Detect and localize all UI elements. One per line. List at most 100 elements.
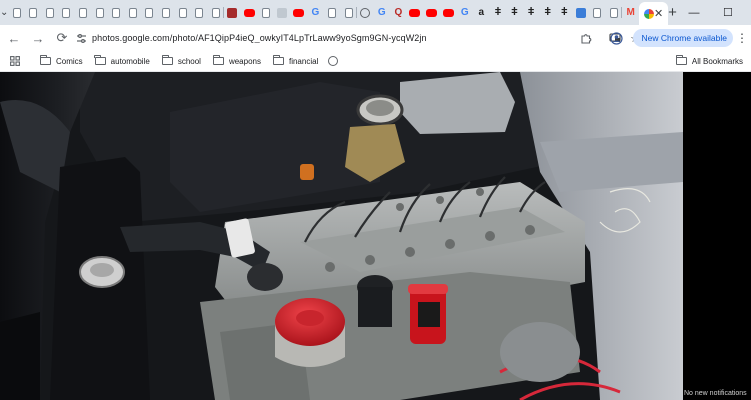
folder-icon [272, 55, 284, 65]
back-button[interactable]: ← [2, 26, 26, 50]
generic-page-icon [327, 7, 336, 18]
generic-page-icon [95, 7, 104, 18]
engine-bay-photo[interactable] [0, 72, 683, 400]
youtube-icon [293, 8, 305, 17]
bookmark-label: Comics [56, 56, 83, 66]
notification-text: No new notifications [684, 390, 747, 397]
tab[interactable] [606, 0, 623, 25]
bookmark-weapons[interactable]: weapons [212, 55, 261, 66]
google-icon: G [311, 6, 320, 18]
generic-page-icon [162, 7, 171, 18]
tab[interactable]: ǂ [523, 0, 540, 25]
tool-icon: ǂ [561, 6, 568, 18]
gmail-icon: M [626, 6, 635, 18]
tool-icon: ǂ [527, 6, 535, 18]
generic-page-icon [610, 7, 619, 18]
generic-page-icon [593, 7, 602, 18]
globe-icon [360, 7, 371, 18]
tab[interactable] [340, 0, 357, 25]
tab[interactable] [75, 0, 92, 25]
new-tab-button[interactable]: + [668, 0, 677, 25]
generic-page-icon [145, 7, 154, 18]
profile-avatar-icon[interactable] [605, 27, 627, 49]
photos-favicon-icon [643, 8, 654, 19]
tab[interactable]: a [473, 0, 490, 25]
bookmark-automobile[interactable]: automobile [94, 55, 150, 66]
tool-icon: ǂ [494, 6, 502, 18]
tab[interactable] [91, 0, 108, 25]
bookmark-label: weapons [228, 56, 261, 66]
photo-viewer: No new notifications [0, 72, 751, 400]
tab[interactable] [224, 0, 241, 25]
tab[interactable] [274, 0, 291, 25]
tab[interactable] [290, 0, 307, 25]
tab[interactable]: ǂ [539, 0, 556, 25]
bookmark-school[interactable]: school [161, 55, 201, 66]
bookmark-globe[interactable] [328, 56, 339, 66]
tab[interactable]: ǂ [490, 0, 507, 25]
bookmark-label: financial [288, 56, 319, 66]
generic-page-icon [45, 7, 54, 18]
tab[interactable] [191, 0, 208, 25]
tab[interactable] [257, 0, 274, 25]
youtube-icon [243, 8, 255, 17]
close-tab-icon[interactable]: ✕ [654, 7, 663, 20]
bookmark-comics[interactable]: Comics [39, 55, 83, 66]
tab[interactable] [589, 0, 606, 25]
generic-page-icon [79, 7, 88, 18]
tab[interactable]: G [456, 0, 473, 25]
menu-kebab-icon[interactable]: ⋮ [733, 27, 751, 49]
tab-search-chevron-icon[interactable]: ⌄ [0, 0, 8, 25]
forward-button[interactable]: → [26, 26, 50, 50]
tab-strip: ⌄ GGQGaǂǂǂǂǂM ✕ + — ☐ ✕ [0, 0, 751, 25]
close-window-button[interactable]: ✕ [745, 0, 751, 25]
bookmark-label: automobile [110, 56, 150, 66]
tab[interactable] [125, 0, 142, 25]
tabs-list: GGQGaǂǂǂǂǂM [8, 0, 639, 25]
apps-grid-icon[interactable] [0, 56, 30, 66]
bookmark-financial[interactable]: financial [272, 55, 319, 66]
tab[interactable]: G [373, 0, 390, 25]
generic-page-icon [211, 7, 220, 18]
tab[interactable] [158, 0, 175, 25]
tab[interactable]: ǂ [506, 0, 523, 25]
browser-toolbar: ← → ⟳ photos.google.com/photo/AF1QipP4ie… [0, 25, 751, 51]
tool-icon: ǂ [511, 6, 518, 18]
tab[interactable] [573, 0, 590, 25]
tool-icon: ǂ [544, 6, 551, 18]
tab[interactable] [8, 0, 25, 25]
tab[interactable] [174, 0, 191, 25]
tab[interactable] [324, 0, 341, 25]
tab[interactable] [440, 0, 457, 25]
news-icon [227, 7, 238, 18]
tab[interactable] [58, 0, 75, 25]
tab[interactable] [357, 0, 374, 25]
new-chrome-available-button[interactable]: New Chrome available [633, 29, 733, 47]
tab[interactable] [407, 0, 424, 25]
generic-page-icon [62, 7, 71, 18]
tab[interactable] [25, 0, 42, 25]
site-info-icon[interactable] [70, 33, 92, 44]
all-bookmarks-button[interactable]: All Bookmarks [675, 51, 743, 71]
bookmark-label: school [177, 56, 201, 66]
tab[interactable]: M [622, 0, 639, 25]
tab[interactable] [42, 0, 59, 25]
folder-icon [94, 55, 106, 65]
tab[interactable] [208, 0, 225, 25]
tab[interactable]: ǂ [556, 0, 573, 25]
maximize-button[interactable]: ☐ [711, 0, 745, 25]
url-text[interactable]: photos.google.com/photo/AF1QipP4ieQ_owky… [92, 33, 605, 43]
active-tab[interactable]: ✕ [638, 2, 669, 25]
quora-icon: Q [394, 6, 403, 18]
minimize-button[interactable]: — [677, 0, 711, 25]
generic-page-icon [12, 7, 21, 18]
tab[interactable] [423, 0, 440, 25]
tab[interactable]: Q [390, 0, 407, 25]
tab[interactable] [108, 0, 125, 25]
tab[interactable] [241, 0, 258, 25]
tab[interactable]: G [307, 0, 324, 25]
tab[interactable] [141, 0, 158, 25]
address-bar[interactable]: photos.google.com/photo/AF1QipP4ieQ_owky… [70, 27, 645, 49]
extensions-icon[interactable] [575, 27, 597, 49]
generic-page-icon [261, 7, 270, 18]
